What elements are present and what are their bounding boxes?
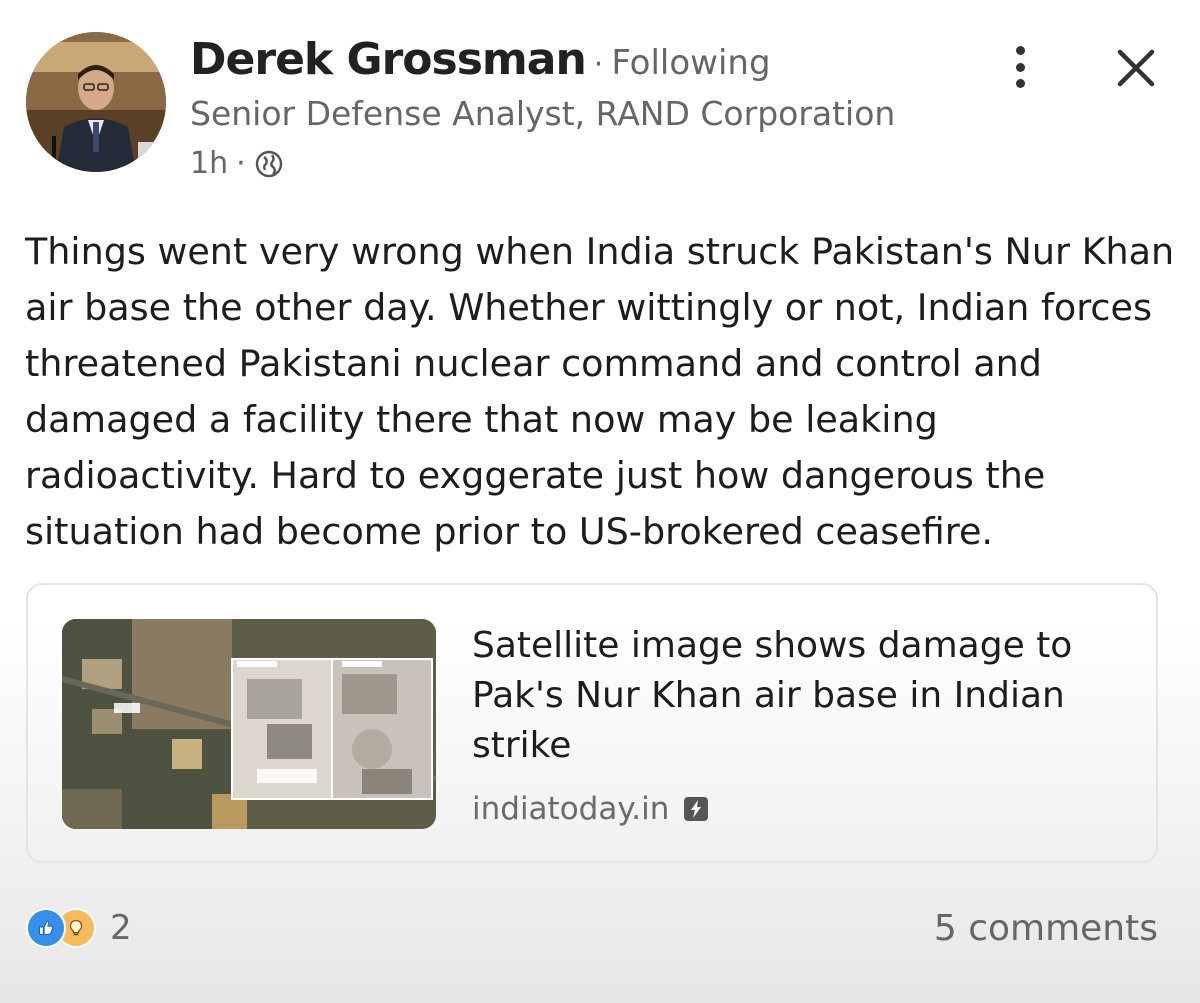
more-dot [1015,79,1025,88]
link-domain: indiatoday.in [472,791,670,827]
reaction-count: 2 [110,908,132,948]
author-row: Derek Grossman · Following [190,34,771,85]
link-preview-card[interactable]: Satellite image shows damage to Pak's Nu… [26,583,1158,863]
reactions-summary[interactable]: 2 [26,908,132,948]
satellite-image [62,619,436,829]
more-options-button[interactable] [1000,42,1040,92]
author-name[interactable]: Derek Grossman [190,34,587,85]
author-photo [26,32,166,172]
author-headline: Senior Defense Analyst, RAND Corporation [190,94,896,133]
like-icon [26,908,66,948]
follow-status[interactable]: Following [611,43,770,83]
post-body: Things went very wrong when India struck… [25,230,1175,553]
more-dot [1015,62,1025,72]
close-icon[interactable] [1112,44,1160,92]
author-avatar[interactable] [26,32,166,172]
name-separator: · [593,47,604,82]
link-title[interactable]: Satellite image shows damage to Pak's Nu… [472,621,1132,771]
lightning-icon [684,797,709,821]
post-meta: 1h · [190,146,284,181]
globe-icon [255,150,282,177]
comments-count[interactable]: 5 comments [934,908,1158,949]
link-thumbnail [62,619,436,829]
more-dot [1015,46,1025,55]
link-source: indiatoday.in [472,791,709,827]
post-time: 1h [190,146,229,181]
meta-separator: · [236,146,246,181]
